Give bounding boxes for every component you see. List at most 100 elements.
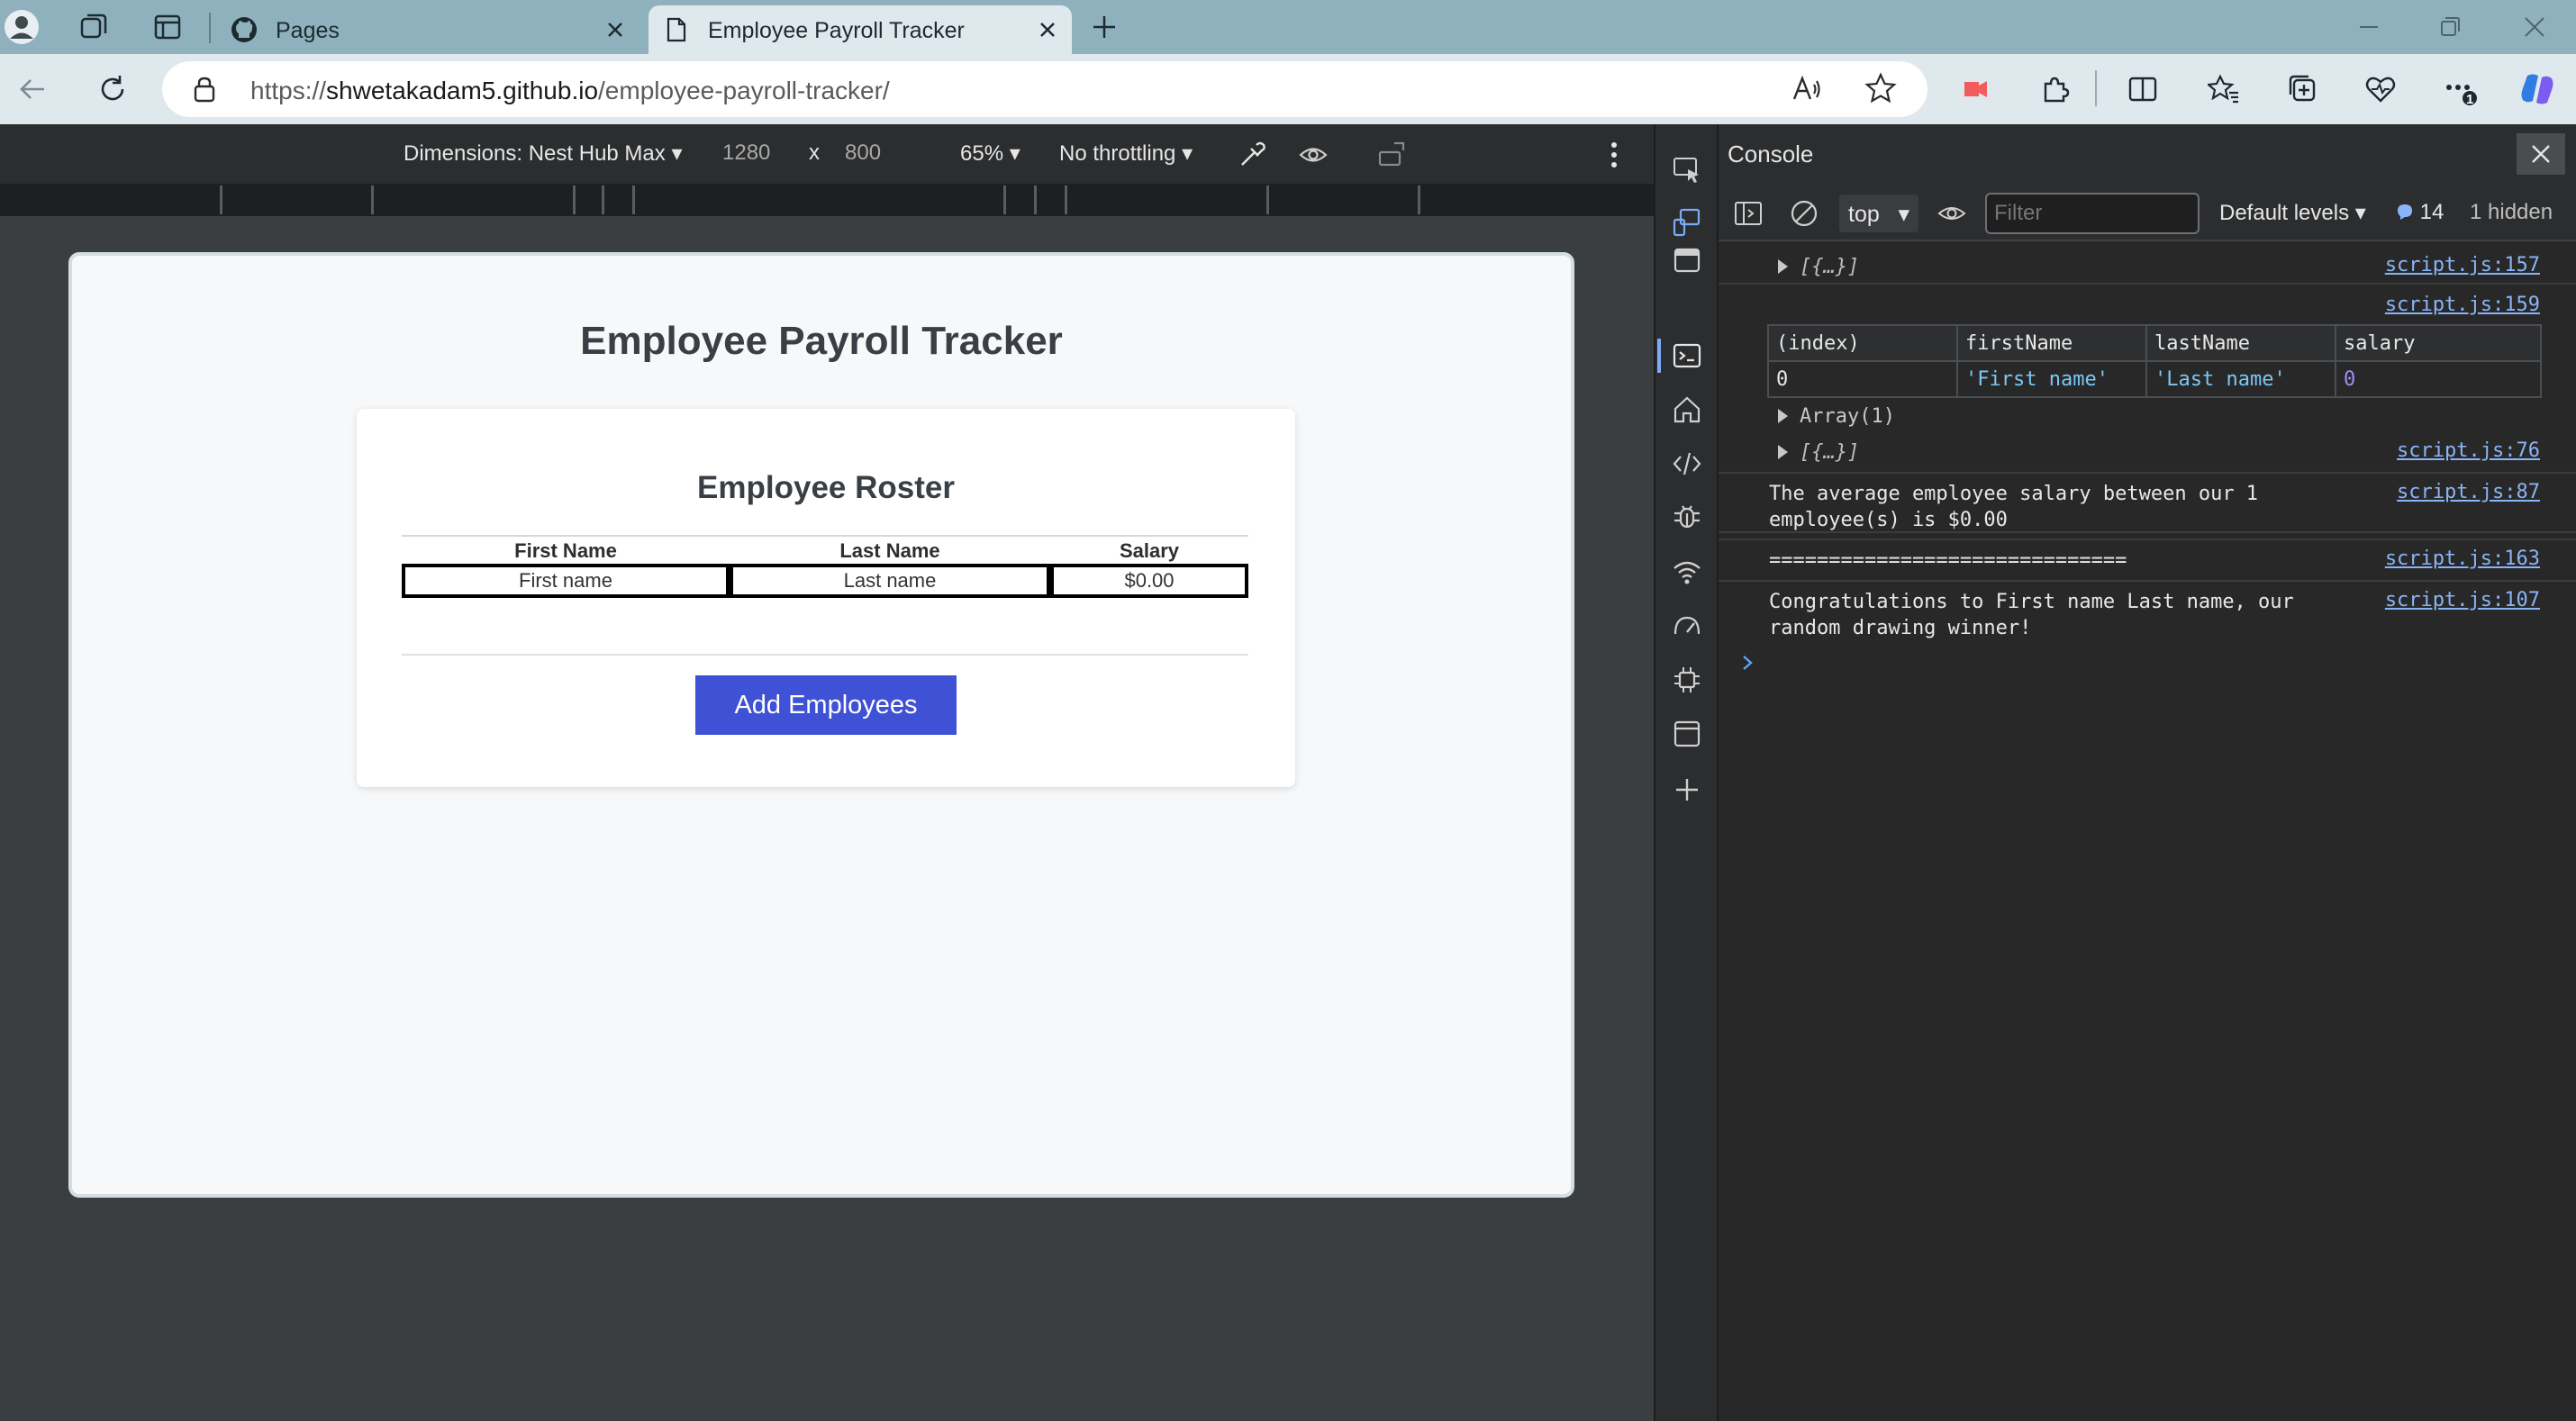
extensions-puzzle-icon[interactable] xyxy=(2034,68,2075,110)
workspaces-icon[interactable] xyxy=(76,9,112,45)
restore-icon[interactable] xyxy=(2423,9,2477,45)
back-icon[interactable] xyxy=(13,68,54,110)
expand-arrow-icon[interactable] xyxy=(1778,445,1788,459)
ruler-mark xyxy=(220,186,222,214)
array-label: Array(1) xyxy=(1800,405,1895,428)
log-text: ============================== xyxy=(1769,549,2127,572)
elements-code-icon[interactable] xyxy=(1668,445,1706,483)
console-panel-icon[interactable] xyxy=(1657,337,1706,375)
read-aloud-icon[interactable] xyxy=(1791,74,1823,104)
navigation-bar: https://shwetakadam5.github.io/employee-… xyxy=(0,54,2576,124)
collections-icon[interactable] xyxy=(2282,68,2324,110)
log-source-link[interactable]: script.js:107 xyxy=(2385,589,2540,611)
tab-employee-payroll-tracker[interactable]: Employee Payroll Tracker xyxy=(649,5,1072,54)
performance-gauge-icon[interactable] xyxy=(1668,607,1706,645)
profile-icon[interactable] xyxy=(4,9,40,45)
new-tab-icon[interactable] xyxy=(1086,9,1122,45)
salary-cell: $0.00 xyxy=(1050,564,1248,598)
inspect-element-icon[interactable] xyxy=(1668,151,1706,189)
refresh-icon[interactable] xyxy=(92,68,133,110)
log-source-link[interactable]: script.js:157 xyxy=(2385,254,2540,276)
device-width-input[interactable]: 1280 xyxy=(722,140,770,166)
close-devtools-icon[interactable] xyxy=(2517,133,2565,175)
favorite-star-icon[interactable] xyxy=(1864,72,1897,104)
log-source-link[interactable]: script.js:159 xyxy=(2385,294,2540,316)
settings-more-icon[interactable]: 1 xyxy=(2439,68,2481,110)
log-text: [{…}] xyxy=(1800,256,1860,278)
console-log-entry[interactable]: [{…}] script.js:157 xyxy=(1719,249,2576,285)
device-toolbar: Dimensions: Nest Hub Max ▾ 1280 x 800 65… xyxy=(0,124,1654,184)
expand-arrow-icon[interactable] xyxy=(1778,409,1788,423)
application-icon[interactable] xyxy=(1668,715,1706,753)
ruler-mark xyxy=(1065,186,1067,214)
close-tab-icon[interactable] xyxy=(603,18,627,41)
home-icon[interactable] xyxy=(1668,391,1706,429)
ruler-mark xyxy=(371,186,374,214)
rotate-device-icon[interactable] xyxy=(1374,137,1410,173)
toolbar-separator xyxy=(2095,70,2097,106)
minimize-icon[interactable] xyxy=(2342,9,2396,45)
console-prompt-chevron-icon[interactable] xyxy=(1738,654,1756,672)
dimensions-label: Dimensions: Nest Hub Max xyxy=(404,141,666,166)
log-text: Congratulations to First name Last name,… xyxy=(1769,591,2294,639)
console-filter-input[interactable] xyxy=(1985,193,2200,234)
lock-icon[interactable] xyxy=(193,76,216,103)
device-height-input[interactable]: 800 xyxy=(845,140,881,166)
clear-console-icon[interactable] xyxy=(1787,196,1821,231)
url-path: /employee-payroll-tracker/ xyxy=(598,77,890,104)
vision-eye-icon[interactable] xyxy=(1295,137,1331,173)
welcome-panel-icon[interactable] xyxy=(1668,241,1706,279)
device-frame: Employee Payroll Tracker Employee Roster… xyxy=(68,252,1574,1198)
tab-separator xyxy=(209,13,211,43)
browser-essentials-icon[interactable] xyxy=(2360,68,2401,110)
media-query-ruler[interactable] xyxy=(0,184,1654,216)
tab-pages[interactable]: Pages xyxy=(216,5,639,54)
first-name-cell: First name xyxy=(402,564,730,598)
expand-arrow-icon[interactable] xyxy=(1778,259,1788,274)
log-source-link[interactable]: script.js:76 xyxy=(2397,439,2540,462)
memory-chip-icon[interactable] xyxy=(1668,661,1706,699)
live-expression-eye-icon[interactable] xyxy=(1935,196,1969,231)
message-bubble-icon xyxy=(2396,203,2414,221)
console-log-entry[interactable]: The average employee salary between our … xyxy=(1719,475,2576,540)
console-log-entry[interactable]: Congratulations to First name Last name,… xyxy=(1719,584,2576,650)
hidden-count: 1 hidden xyxy=(2470,200,2553,224)
log-source-link[interactable]: script.js:87 xyxy=(2397,481,2540,503)
copilot-icon[interactable] xyxy=(2517,68,2558,110)
network-wifi-icon[interactable] xyxy=(1668,553,1706,591)
split-screen-icon[interactable] xyxy=(2122,68,2163,110)
console-log-entry[interactable]: [{…}] script.js:76 xyxy=(1719,434,2576,474)
console-log-entry[interactable]: ============================== script.js… xyxy=(1719,542,2576,582)
roster-title: Employee Roster xyxy=(697,470,955,505)
close-window-icon[interactable] xyxy=(2508,9,2562,45)
sidebar-toggle-icon[interactable] xyxy=(1731,196,1765,231)
bug-icon[interactable] xyxy=(1668,497,1706,535)
add-employees-button[interactable]: Add Employees xyxy=(695,675,957,735)
ruler-mark xyxy=(1003,186,1006,214)
address-bar[interactable]: https://shwetakadam5.github.io/employee-… xyxy=(162,61,1927,117)
extension-record-icon[interactable] xyxy=(1955,68,1996,110)
message-count-value: 14 xyxy=(2419,200,2444,224)
caret-down-icon: ▾ xyxy=(2354,201,2366,225)
close-tab-icon[interactable] xyxy=(1036,18,1059,41)
favorites-list-icon[interactable] xyxy=(2203,68,2245,110)
url-text[interactable]: https://shwetakadam5.github.io/employee-… xyxy=(250,77,890,105)
dimensions-dropdown[interactable]: Dimensions: Nest Hub Max ▾ xyxy=(404,140,682,167)
array-expander[interactable]: Array(1) xyxy=(1719,402,2576,434)
console-title: Console xyxy=(1728,140,1814,167)
throttling-dropdown[interactable]: No throttling ▾ xyxy=(1059,140,1193,167)
message-count[interactable]: 14 xyxy=(2396,200,2444,225)
zoom-dropdown[interactable]: 65% ▾ xyxy=(960,140,1020,167)
context-selector[interactable]: top ▾ xyxy=(1839,195,1918,232)
last-name-cell: Last name xyxy=(730,564,1050,598)
log-levels-dropdown[interactable]: Default levels ▾ xyxy=(2219,200,2366,226)
context-label: top xyxy=(1848,202,1880,227)
tab-actions-icon[interactable] xyxy=(150,9,186,45)
more-tools-plus-icon[interactable] xyxy=(1668,771,1706,809)
eyedropper-icon[interactable] xyxy=(1234,137,1270,173)
device-emulation-icon[interactable] xyxy=(1668,204,1706,241)
console-panel: Console top ▾ Default levels ▾ 14 1 hidd… xyxy=(1719,124,2576,1421)
log-source-link[interactable]: script.js:163 xyxy=(2385,548,2540,570)
tab-label: Pages xyxy=(276,18,340,43)
more-options-icon[interactable] xyxy=(1596,137,1632,173)
